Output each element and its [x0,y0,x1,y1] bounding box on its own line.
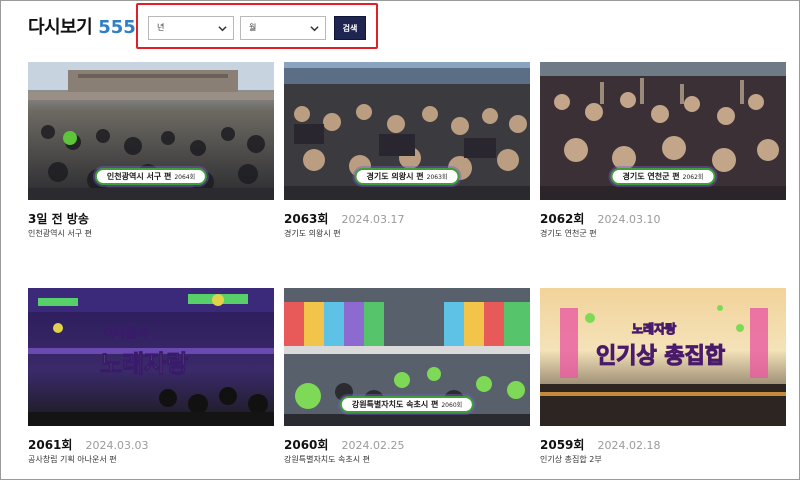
episode-subtitle[interactable]: 경기도 의왕시 편 [284,228,341,239]
episode-thumbnail[interactable]: 노래자랑 인기상 총집합 [540,288,786,426]
show-logo-main: 노래자랑 [99,350,189,379]
episode-meta: 2061회 2024.03.03 [28,434,274,453]
episode-subtitle[interactable]: 강원특별자치도 속초시 편 [284,454,370,465]
episode-meta: 2062회 2024.03.10 [540,208,786,227]
episode-subtitle[interactable]: 인천광역시 서구 편 [28,228,92,239]
search-button[interactable]: 검색 [334,16,366,40]
episode-thumbnail[interactable]: 인천광역시 서구 편 2064회 [28,62,274,200]
episode-subtitle[interactable]: 인기상 총집합 2부 [540,454,602,465]
page-header: 다시보기 555 [28,13,136,41]
episode-number[interactable]: 2061회 [28,438,72,452]
episode-caption: 강원특별자치도 속초시 편 2060회 [339,396,475,413]
show-logo-main: 인기상 총집합 [595,344,726,370]
episode-thumbnail[interactable]: 경기도 연천군 편 2062회 [540,62,786,200]
episode-count: 555 [98,17,136,38]
episode-caption: 경기도 연천군 편 2062회 [610,168,716,185]
episode-number[interactable]: 2060회 [284,438,328,452]
episode-date: 2024.02.18 [597,439,661,452]
episode-thumbnail[interactable]: 강원특별자치도 속초시 편 2060회 [284,288,530,426]
show-logo-top: 노래자랑 [631,322,677,337]
episode-date: 2024.03.03 [85,439,149,452]
episode-meta: 2059회 2024.02.18 [540,434,786,453]
page-title: 다시보기 [28,17,93,38]
episode-date: 2024.02.25 [341,439,405,452]
month-select[interactable]: 월 [240,16,326,40]
episode-meta: 3일 전 방송 [28,208,274,227]
episode-caption: 경기도 의왕시 편 2063회 [354,168,460,185]
show-logo-top: 아나운서 [103,326,149,341]
episode-subtitle[interactable]: 공사창립 기획 아나운서 편 [28,454,117,465]
month-select-label: 월 [249,23,257,32]
episode-number[interactable]: 3일 전 방송 [28,212,89,226]
episode-thumbnail[interactable]: 아나운서 노래자랑 [28,288,274,426]
episode-number[interactable]: 2059회 [540,438,584,452]
episode-meta: 2060회 2024.02.25 [284,434,530,453]
episode-subtitle[interactable]: 경기도 연천군 편 [540,228,597,239]
year-select-label: 년 [157,23,165,32]
filter-bar: 년 월 검색 [136,3,378,49]
episode-thumbnail[interactable]: 경기도 의왕시 편 2063회 [284,62,530,200]
episode-caption: 인천광역시 서구 편 2064회 [94,168,208,185]
year-select[interactable]: 년 [148,16,234,40]
episode-number[interactable]: 2062회 [540,212,584,226]
episode-date: 2024.03.17 [341,213,405,226]
chevron-down-icon [310,26,319,32]
episode-number[interactable]: 2063회 [284,212,328,226]
chevron-down-icon [218,26,227,32]
episode-meta: 2063회 2024.03.17 [284,208,530,227]
episode-date: 2024.03.10 [597,213,661,226]
